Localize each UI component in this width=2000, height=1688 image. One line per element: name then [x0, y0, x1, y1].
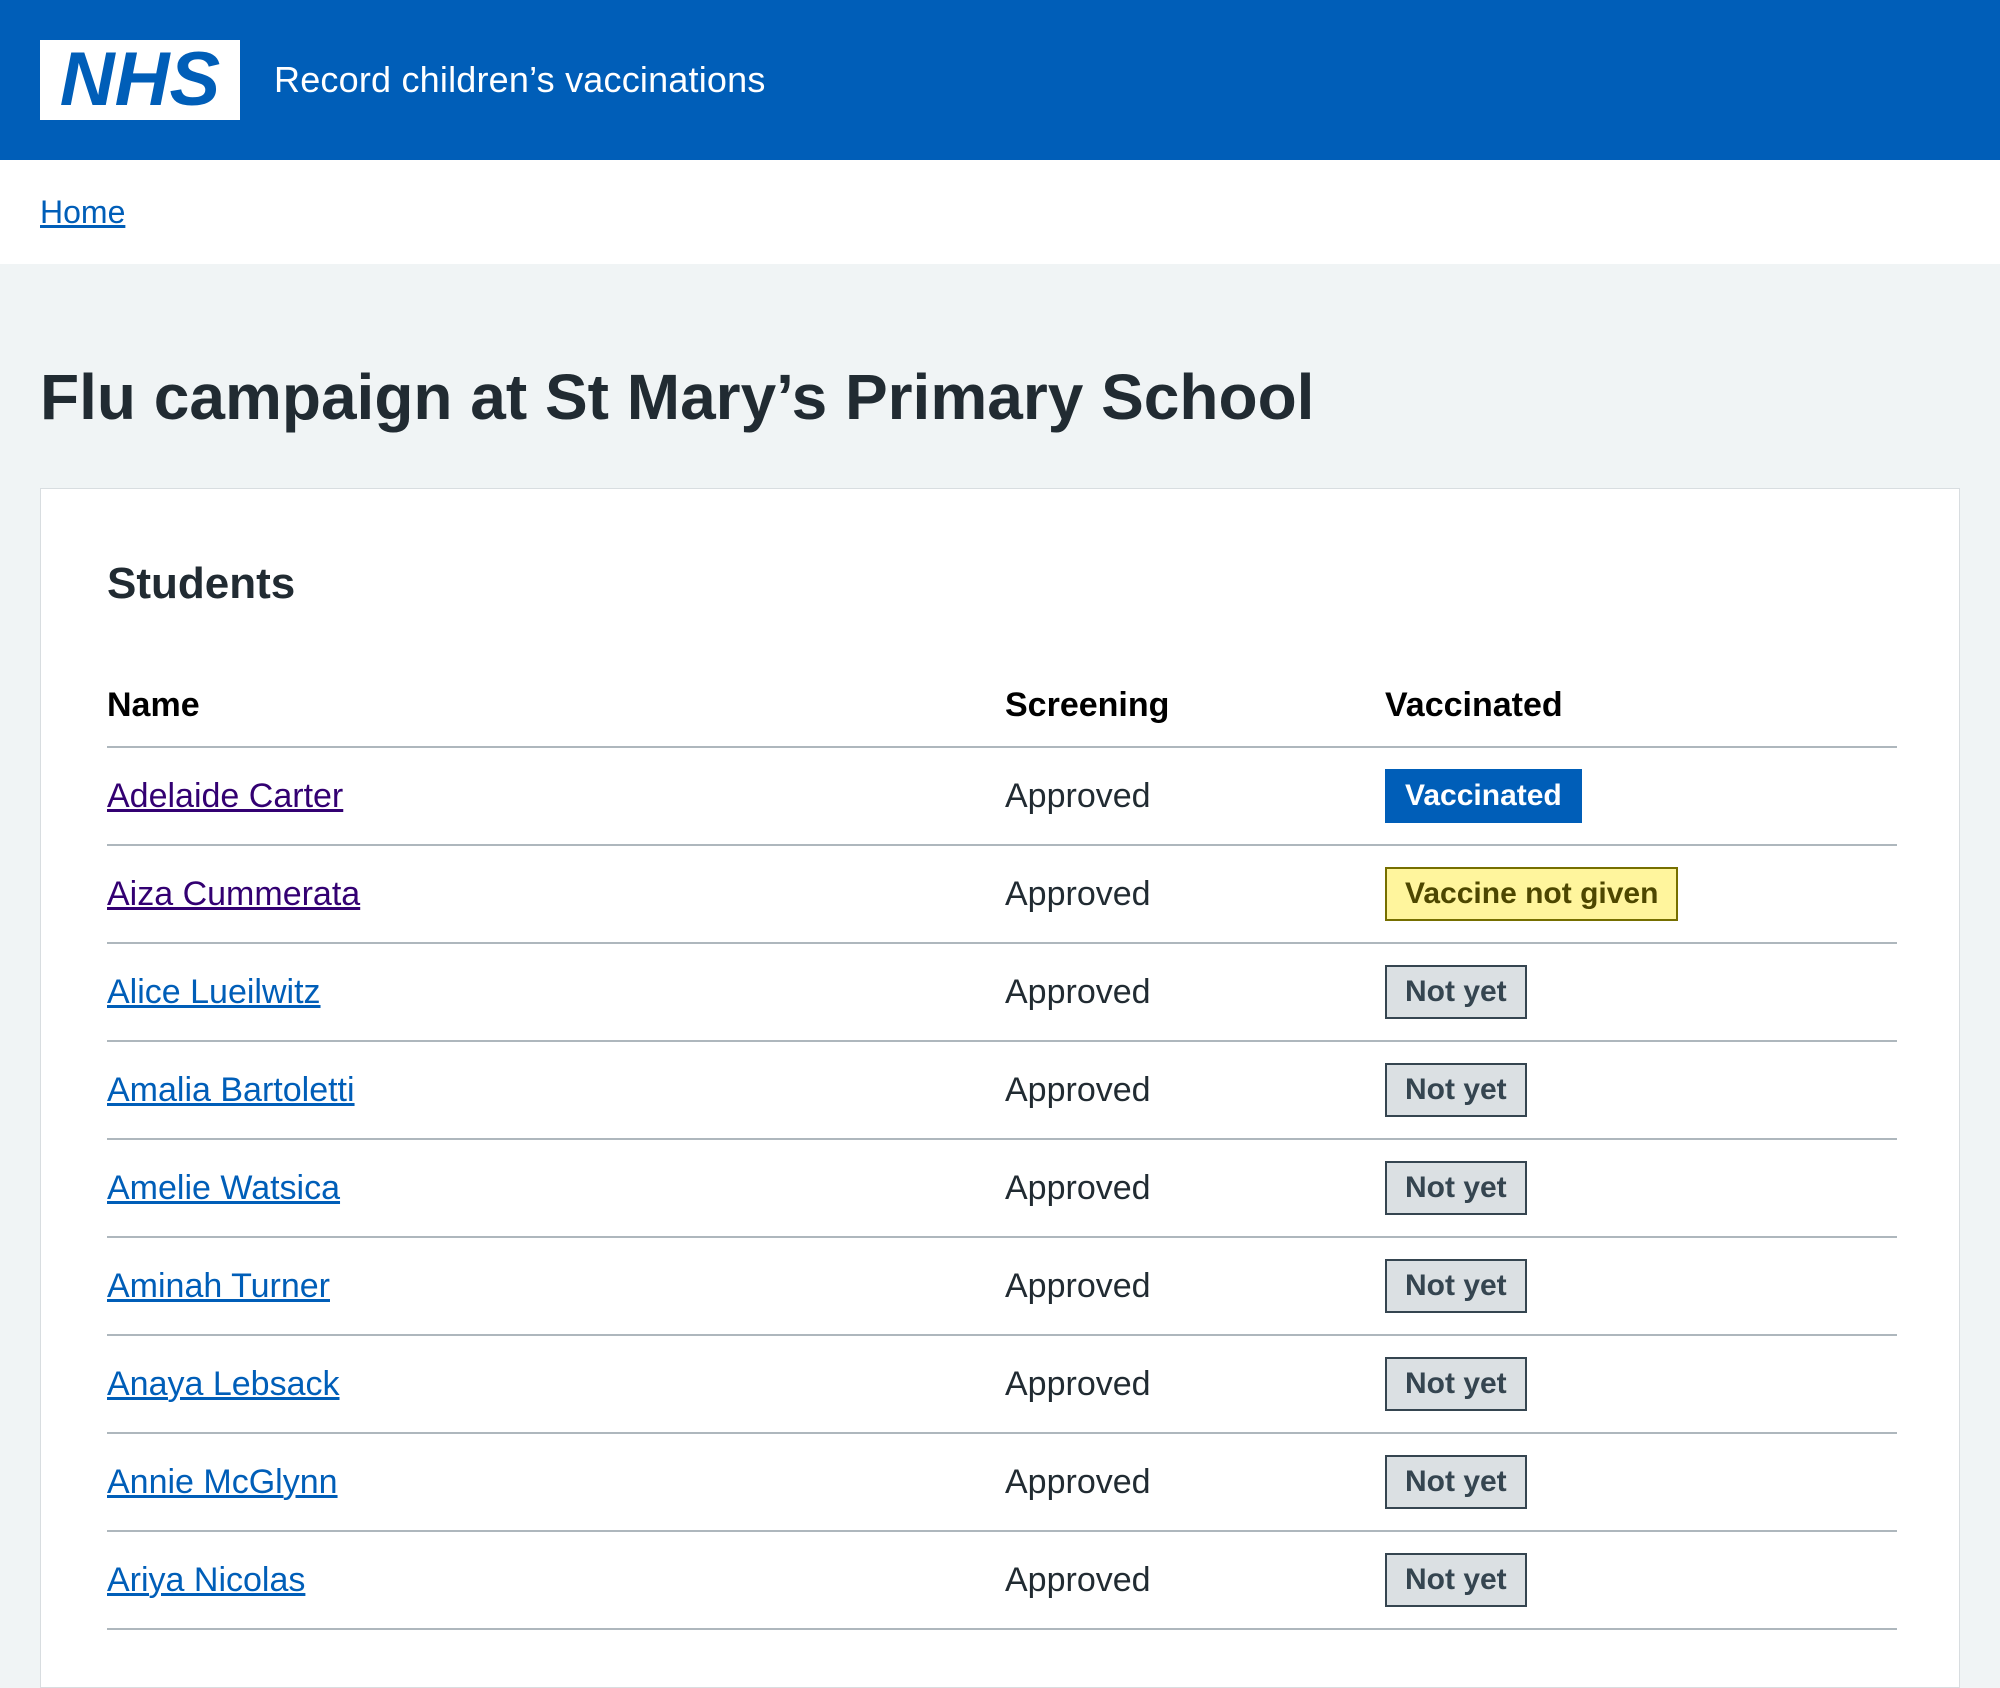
vaccination-status-tag: Vaccine not given	[1385, 867, 1679, 921]
screening-status: Approved	[1005, 1041, 1385, 1140]
screening-status: Approved	[1005, 943, 1385, 1042]
site-header: NHS Record children’s vaccinations	[0, 0, 2000, 160]
vaccination-status-tag: Not yet	[1385, 1455, 1527, 1509]
student-name-link[interactable]: Amelie Watsica	[107, 1169, 340, 1207]
table-row: Adelaide Carter Approved Vaccinated	[107, 747, 1897, 846]
students-table: Name Screening Vaccinated Adelaide Carte…	[107, 665, 1897, 1630]
vaccination-status-tag: Not yet	[1385, 1161, 1527, 1215]
student-name-link[interactable]: Adelaide Carter	[107, 777, 343, 815]
screening-status: Approved	[1005, 1335, 1385, 1434]
breadcrumb: Home	[0, 160, 2000, 264]
student-name-link[interactable]: Annie McGlynn	[107, 1463, 338, 1501]
table-row: Amelie Watsica Approved Not yet	[107, 1139, 1897, 1238]
table-row: Amalia Bartoletti Approved Not yet	[107, 1041, 1897, 1140]
screening-status: Approved	[1005, 1433, 1385, 1532]
screening-status: Approved	[1005, 845, 1385, 944]
screening-status: Approved	[1005, 1237, 1385, 1336]
students-heading: Students	[107, 559, 296, 608]
students-card: Students Name Screening Vaccinated Adela…	[40, 488, 1960, 1688]
student-name-link[interactable]: Aminah Turner	[107, 1267, 330, 1305]
vaccination-status-tag: Not yet	[1385, 1259, 1527, 1313]
table-row: Alice Lueilwitz Approved Not yet	[107, 943, 1897, 1042]
student-name-link[interactable]: Ariya Nicolas	[107, 1561, 305, 1599]
table-row: Ariya Nicolas Approved Not yet	[107, 1531, 1897, 1630]
page-title: Flu campaign at St Mary’s Primary School	[40, 361, 1315, 433]
student-name-link[interactable]: Alice Lueilwitz	[107, 973, 321, 1011]
table-row: Annie McGlynn Approved Not yet	[107, 1433, 1897, 1532]
column-header-name: Name	[107, 665, 1005, 748]
column-header-screening: Screening	[1005, 665, 1385, 748]
table-row: Aminah Turner Approved Not yet	[107, 1237, 1897, 1336]
table-row: Anaya Lebsack Approved Not yet	[107, 1335, 1897, 1434]
table-row: Aiza Cummerata Approved Vaccine not give…	[107, 845, 1897, 944]
vaccination-status-tag: Vaccinated	[1385, 769, 1582, 823]
table-header-row: Name Screening Vaccinated	[107, 665, 1897, 748]
student-name-link[interactable]: Anaya Lebsack	[107, 1365, 340, 1403]
screening-status: Approved	[1005, 1531, 1385, 1630]
screening-status: Approved	[1005, 1139, 1385, 1238]
student-name-link[interactable]: Amalia Bartoletti	[107, 1071, 355, 1109]
vaccination-status-tag: Not yet	[1385, 1357, 1527, 1411]
vaccination-status-tag: Not yet	[1385, 1553, 1527, 1607]
nhs-logo-text: NHS	[60, 45, 220, 115]
column-header-vaccinated: Vaccinated	[1385, 665, 1897, 748]
nhs-logo[interactable]: NHS	[40, 40, 240, 120]
breadcrumb-home-link[interactable]: Home	[40, 194, 125, 231]
screening-status: Approved	[1005, 747, 1385, 846]
vaccination-status-tag: Not yet	[1385, 1063, 1527, 1117]
nhs-logo-mark: NHS	[46, 45, 234, 115]
student-name-link[interactable]: Aiza Cummerata	[107, 875, 360, 913]
service-name[interactable]: Record children’s vaccinations	[274, 59, 766, 101]
vaccination-status-tag: Not yet	[1385, 965, 1527, 1019]
